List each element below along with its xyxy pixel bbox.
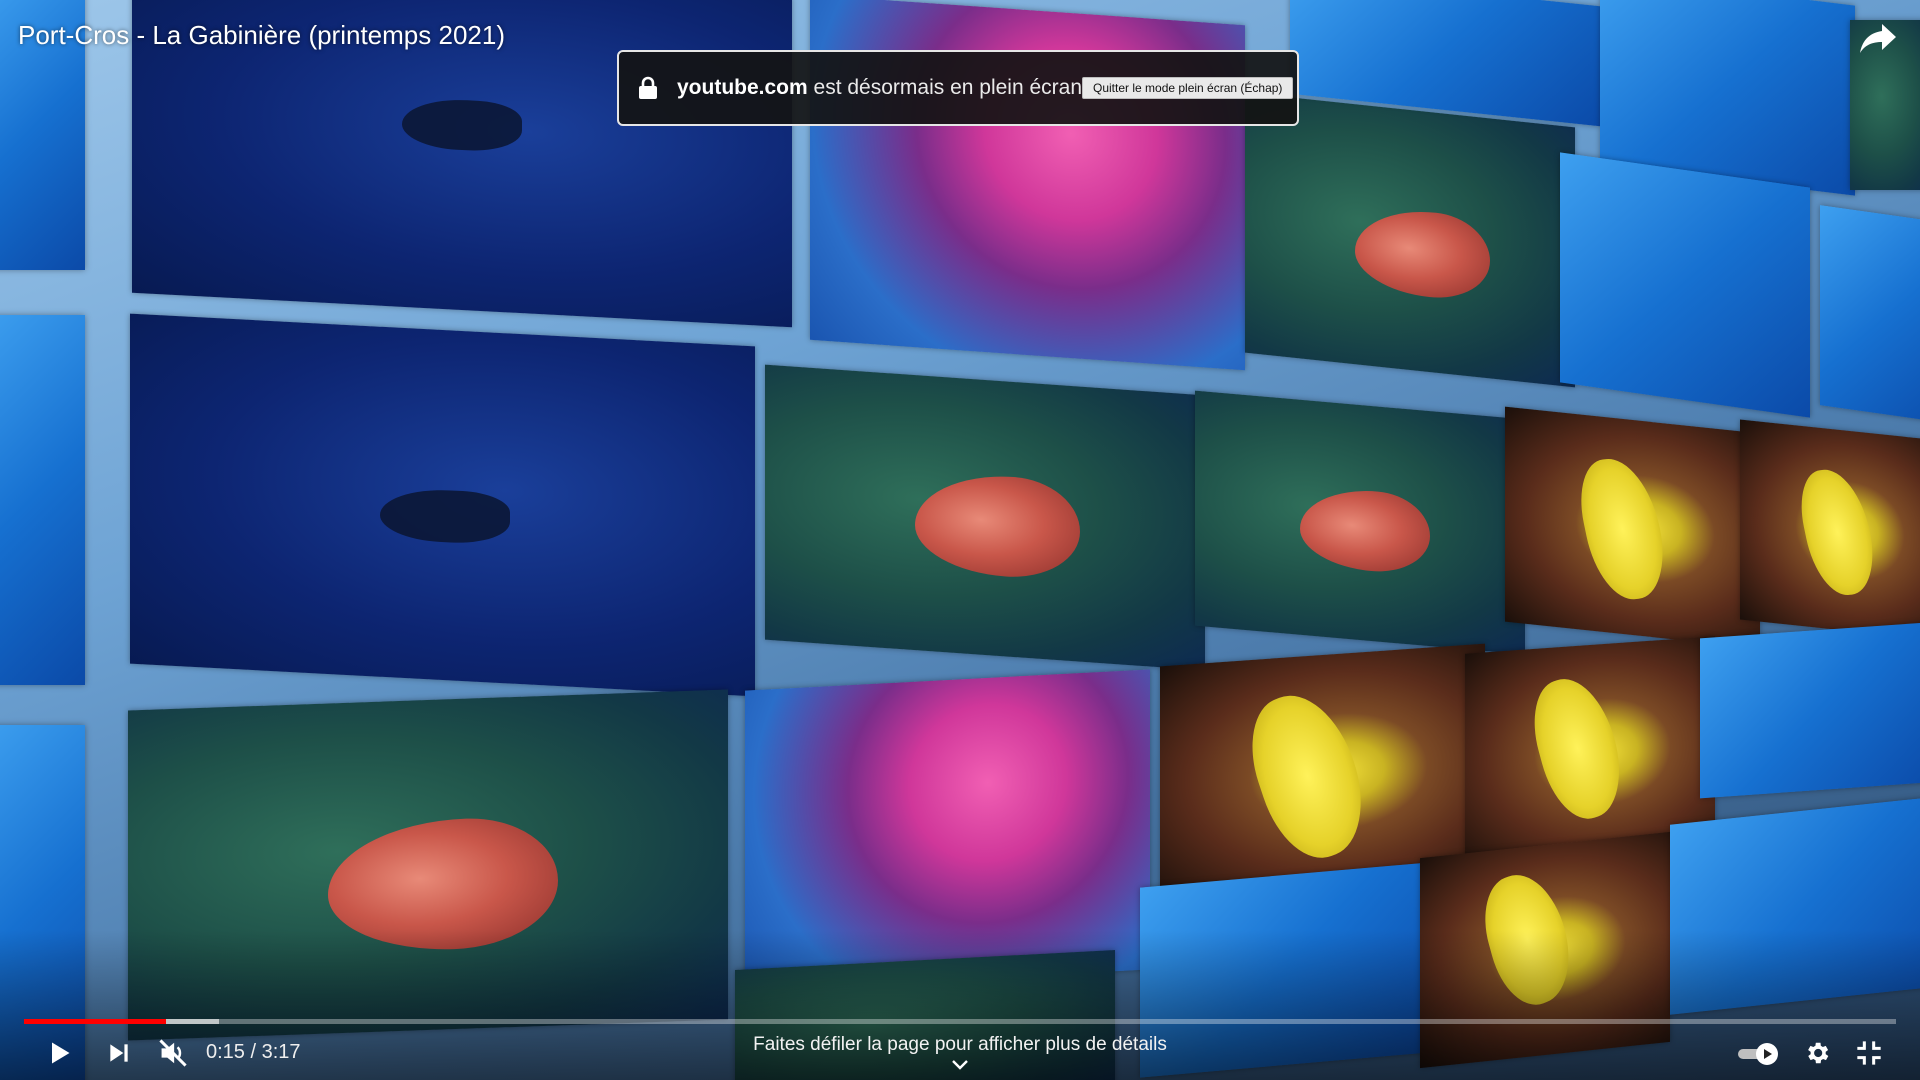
lock-icon: [637, 76, 659, 100]
gear-icon: [1808, 1042, 1829, 1064]
fullscreen-message-text: est désormais en plein écran: [807, 76, 1082, 99]
video-tile: [1505, 406, 1760, 649]
exit-fullscreen-icon: [1857, 1041, 1881, 1065]
video-tile: [1740, 419, 1920, 641]
autoplay-toggle[interactable]: [1736, 1043, 1782, 1065]
video-tile: [1195, 390, 1525, 655]
sponge-shape: [1236, 679, 1379, 873]
exit-fullscreen-button[interactable]: Quitter le mode plein écran (Échap): [1082, 77, 1294, 99]
fish-shape: [1300, 484, 1430, 577]
fish-shape: [1355, 204, 1490, 304]
fullscreen-notice: youtube.com est désormais en plein écran…: [617, 50, 1299, 126]
sponge-shape: [1571, 455, 1674, 603]
video-tile: [1820, 205, 1920, 425]
sponge-shape: [1792, 466, 1883, 599]
fish-shape: [380, 486, 510, 546]
autoplay-toggle-icon: [1738, 1043, 1778, 1065]
video-tile: [1560, 152, 1810, 418]
exit-fullscreen-button-player[interactable]: [1846, 1030, 1892, 1076]
share-icon[interactable]: [1858, 20, 1898, 56]
scroll-hint[interactable]: Faites défiler la page pour afficher plu…: [0, 1034, 1920, 1056]
settings-button[interactable]: [1794, 1030, 1840, 1076]
video-tile: [1245, 92, 1575, 388]
video-title[interactable]: Port-Cros - La Gabinière (printemps 2021…: [18, 18, 505, 52]
fish-shape: [402, 96, 522, 154]
video-tile: [1700, 621, 1920, 799]
chevron-down-icon[interactable]: [950, 1058, 970, 1072]
video-frame[interactable]: [0, 0, 1920, 1080]
fish-shape: [915, 470, 1080, 582]
fullscreen-domain: youtube.com: [677, 76, 808, 99]
sponge-shape: [1522, 667, 1633, 830]
video-tile: [0, 315, 85, 685]
progress-played: [24, 1019, 166, 1024]
video-tile: [130, 313, 755, 697]
video-tile: [765, 364, 1205, 671]
fullscreen-message: youtube.com est désormais en plein écran: [677, 76, 1082, 100]
progress-bar[interactable]: [24, 1019, 1896, 1024]
